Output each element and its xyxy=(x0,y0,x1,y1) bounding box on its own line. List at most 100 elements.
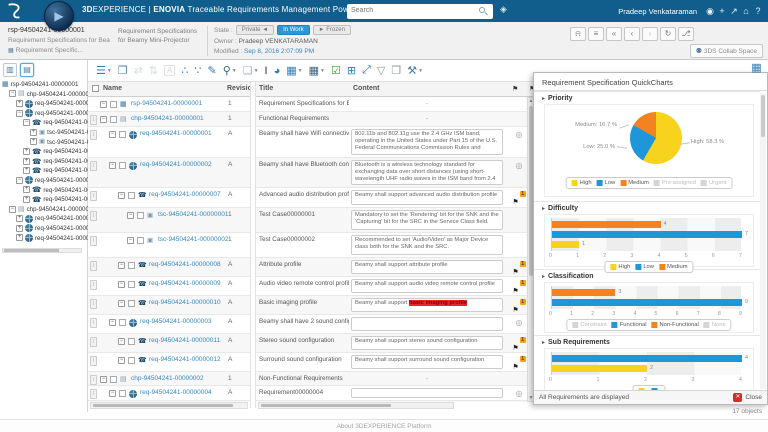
table-row[interactable]: ⁞−▤chp-94504241-000000011Functional Requ… xyxy=(88,112,533,127)
table-row[interactable]: ⁞−☎req-94504241-00000009AAudio video rem… xyxy=(88,277,533,296)
row-expand-toggle[interactable]: − xyxy=(109,390,116,397)
column-header-content[interactable]: Content xyxy=(353,85,379,92)
tree-item[interactable]: +req-94504241-00000005 xyxy=(0,224,88,234)
table-row[interactable]: −▦rsp-94504241-000000011Requirement Spec… xyxy=(88,97,533,112)
maximize-icon[interactable]: ❒ xyxy=(391,64,401,77)
tree-item[interactable]: +▣tsc-94504241-00000002 xyxy=(0,138,88,148)
row-checkbox[interactable] xyxy=(128,281,135,288)
row-expand-toggle[interactable]: − xyxy=(100,376,107,383)
tree-item[interactable]: −☎req-94504241-00000007 xyxy=(0,118,88,128)
tree-toggle-icon[interactable]: + xyxy=(30,138,37,145)
collapse-panel-icon[interactable]: « xyxy=(606,27,622,41)
pie-chart-icon[interactable]: ◕ xyxy=(274,65,281,77)
chart-section-header[interactable]: ▸Sub Requirements xyxy=(534,336,760,348)
priority-pie-chart[interactable] xyxy=(630,112,682,164)
tree-toggle-icon[interactable]: + xyxy=(23,158,30,165)
row-drag-handle[interactable]: ⁞ xyxy=(90,161,97,171)
object-link[interactable]: tsc-94504241-00000001 xyxy=(158,211,228,218)
tree-toggle-icon[interactable]: − xyxy=(23,119,30,126)
row-drag-handle[interactable]: ⁞ xyxy=(90,191,97,201)
context-object-id[interactable]: rsp-94504241-00000001 xyxy=(8,27,85,34)
row-expand-toggle[interactable]: − xyxy=(118,281,125,288)
legend-item[interactable]: Urgent xyxy=(701,180,726,186)
row-expand-toggle[interactable]: − xyxy=(109,131,116,138)
tree-toggle-icon[interactable]: − xyxy=(16,177,23,184)
state-chip-private[interactable]: Private ◄ xyxy=(236,25,274,35)
content-value[interactable]: Mandatory to set the 'Rendering' bit for… xyxy=(351,210,503,230)
row-checkbox[interactable] xyxy=(119,162,126,169)
legend-item[interactable]: Non-Functional xyxy=(652,322,699,328)
row-drag-handle[interactable]: ⁞ xyxy=(90,211,97,221)
right-pane-hscrollbar[interactable] xyxy=(258,402,454,409)
list-view-button[interactable]: ▥ xyxy=(3,63,17,77)
table-row[interactable]: ⁞−▣tsc-94504241-000000021Test Case000000… xyxy=(88,233,533,258)
legend-item[interactable]: Low xyxy=(635,264,654,270)
legend-item[interactable]: High xyxy=(610,264,630,270)
requirement-status-icon[interactable]: ◎ xyxy=(510,318,528,327)
tree-item[interactable]: −▤chp-94504241-00000002 xyxy=(0,205,88,215)
content-value[interactable]: Beamy shall support attribute profile xyxy=(351,260,503,274)
row-checkbox[interactable] xyxy=(119,319,126,326)
tree-toggle-icon[interactable]: − xyxy=(16,110,23,117)
column-header-coverage-icon[interactable]: ⚑ xyxy=(512,85,518,93)
help-icon[interactable]: ? xyxy=(752,6,764,17)
hierarchy-nodes-icon[interactable]: ∵ xyxy=(194,64,201,77)
left-pane-hscrollbar[interactable] xyxy=(90,402,248,409)
table-views-icon[interactable]: ▦▼ xyxy=(309,64,325,77)
test-coverage-icon[interactable]: ⚑1 xyxy=(510,191,528,209)
legend-item[interactable]: Low xyxy=(597,180,616,186)
row-checkbox[interactable] xyxy=(137,212,144,219)
filter-icon[interactable]: ▽ xyxy=(377,64,385,77)
table-edit-icon[interactable]: ▦▼ xyxy=(286,64,302,77)
requirement-status-icon[interactable]: ◎ xyxy=(510,161,528,170)
row-checkbox[interactable] xyxy=(128,192,135,199)
share-nodes-icon[interactable]: ∴ xyxy=(181,64,188,77)
requirement-status-icon[interactable]: ◎ xyxy=(510,389,528,398)
select-all-checkbox[interactable] xyxy=(92,85,99,92)
object-link[interactable]: req-94504241-00000001 xyxy=(140,130,212,137)
tree-toggle-icon[interactable]: + xyxy=(23,148,30,155)
row-expand-toggle[interactable]: − xyxy=(109,319,116,326)
back-icon[interactable]: ‹ xyxy=(624,27,640,41)
chart-section-header[interactable]: ▸Difficulty xyxy=(534,202,760,214)
tree-toggle-icon[interactable]: + xyxy=(16,215,23,222)
table-row[interactable]: ⁞−☎req-94504241-00000011AStereo sound co… xyxy=(88,334,533,353)
table-row[interactable]: ⁞−▣tsc-94504241-000000011Test Case000000… xyxy=(88,208,533,233)
row-expand-toggle[interactable]: − xyxy=(127,212,134,219)
state-chip-frozen[interactable]: ► Frozen xyxy=(313,25,351,35)
tree-item[interactable]: +☎req-94504241-00000009 xyxy=(0,157,88,167)
table-row[interactable]: ⁞−▤chp-94504241-000000021Non-Functional … xyxy=(88,372,533,386)
legend-item[interactable]: High xyxy=(572,180,592,186)
requirement-status-icon[interactable]: ◎ xyxy=(510,130,528,139)
table-row[interactable]: ⁞−req-94504241-00000001ABeamy shall have… xyxy=(88,127,533,158)
object-link[interactable]: req-94504241-00000007 xyxy=(149,191,221,198)
tree-toggle-icon[interactable]: + xyxy=(16,234,23,241)
org-structure-icon[interactable]: ⚲▼ xyxy=(223,64,237,77)
row-drag-handle[interactable]: ⁞ xyxy=(90,115,97,125)
row-expand-toggle[interactable]: − xyxy=(118,300,125,307)
home-icon[interactable]: ⌂ xyxy=(740,6,752,17)
tree-toggle-icon[interactable]: − xyxy=(9,90,16,97)
workflow-icon[interactable]: ⎇ xyxy=(678,27,694,41)
row-checkbox[interactable] xyxy=(110,101,117,108)
legend-item[interactable]: None xyxy=(704,322,726,328)
chart-section-header[interactable]: ▸Priority xyxy=(534,92,760,104)
object-link[interactable]: tsc-94504241-00000002 xyxy=(158,236,228,243)
row-expand-toggle[interactable]: − xyxy=(118,338,125,345)
state-chip-in-work[interactable]: In Work xyxy=(277,25,310,35)
row-drag-handle[interactable]: ⁞ xyxy=(90,375,97,385)
row-drag-handle[interactable]: ⁞ xyxy=(90,389,97,399)
object-link[interactable]: req-94504241-00000012 xyxy=(149,356,221,363)
tree-item[interactable]: −req-94504241-00000003 xyxy=(0,176,88,186)
column-header-title[interactable]: Title xyxy=(259,85,273,92)
tree-horizontal-scrollbar[interactable] xyxy=(2,248,82,253)
legend-item[interactable]: Medium xyxy=(620,180,649,186)
tree-item[interactable]: +req-94504241-00000001 xyxy=(0,99,88,109)
object-link[interactable]: rsp-94504241-00000001 xyxy=(131,100,202,107)
collab-space-button[interactable]: ⚉ 3DS Collab Space xyxy=(690,44,763,58)
legend-item[interactable]: Pre-assigned xyxy=(654,180,696,186)
tree-item[interactable]: +☎req-94504241-00000011 xyxy=(0,186,88,196)
add-icon[interactable]: + xyxy=(716,6,728,17)
tree-toggle-icon[interactable]: + xyxy=(23,196,30,203)
edit-pencil-icon[interactable]: ✎ xyxy=(207,64,216,77)
